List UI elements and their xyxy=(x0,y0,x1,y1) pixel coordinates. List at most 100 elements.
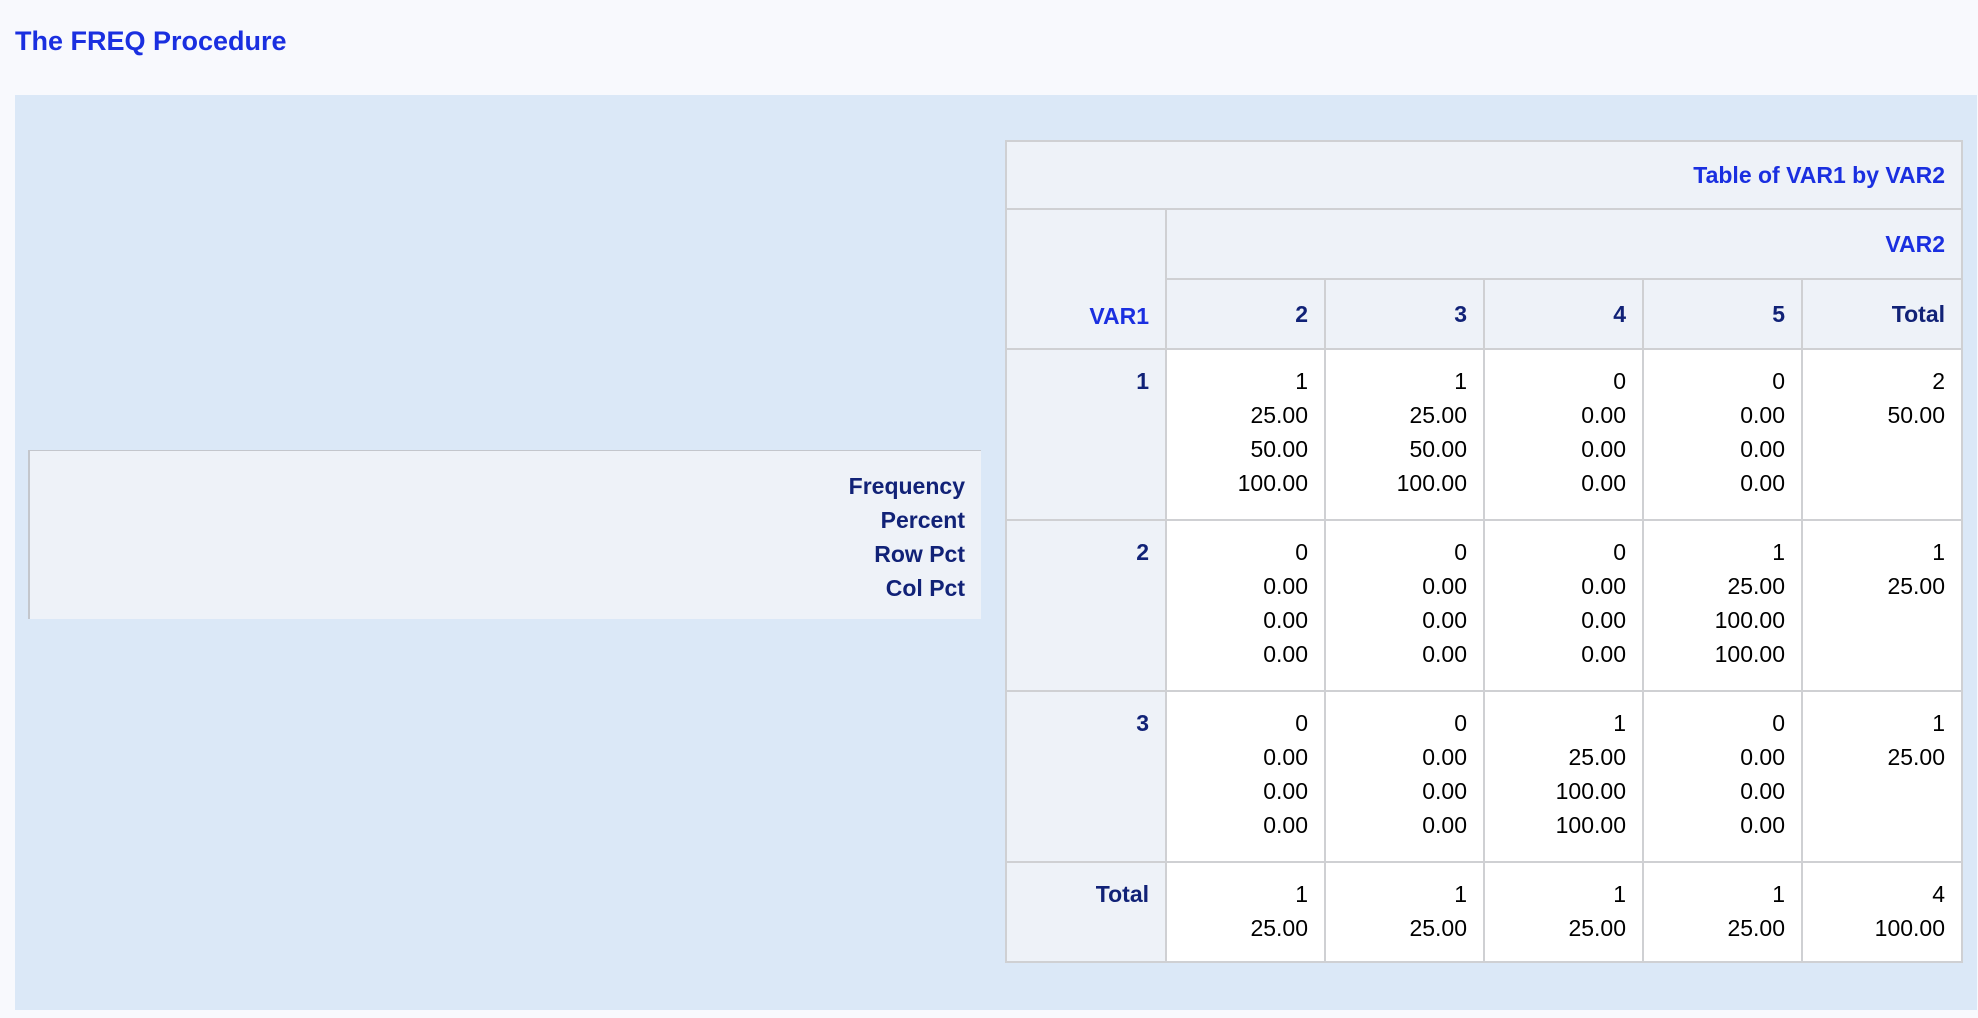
cell-value: 25.00 xyxy=(1887,744,1946,770)
table-cell: 0 0.00 0.00 0.00 xyxy=(1324,690,1485,863)
legend-col-pct: Col Pct xyxy=(885,575,965,601)
cell-contents-legend: Frequency Percent Row Pct Col Pct xyxy=(28,450,981,619)
cell-value: 1 xyxy=(1295,368,1308,394)
cell-value: 0 xyxy=(1772,368,1785,394)
column-header: Total xyxy=(1800,278,1964,350)
cell-value: 25.00 xyxy=(1568,744,1626,770)
cell-value: 0.00 xyxy=(1581,573,1626,599)
cell-value: 50.00 xyxy=(1409,436,1467,462)
cell-value: 25.00 xyxy=(1568,915,1626,941)
table-cell: 4 100.00 xyxy=(1800,861,1964,963)
table-cell: 1 25.00 xyxy=(1642,861,1803,963)
table-cell: 1 25.00 xyxy=(1324,861,1485,963)
cell-value: 0 xyxy=(1613,368,1626,394)
table-cell: 0 0.00 0.00 0.00 xyxy=(1165,519,1326,692)
cell-value: 0.00 xyxy=(1263,744,1308,770)
legend-percent: Percent xyxy=(880,507,965,533)
cell-value: 0.00 xyxy=(1581,470,1626,496)
row-header: 1 xyxy=(1005,348,1167,521)
cell-value: 100.00 xyxy=(1874,915,1946,941)
table-cell: 0 0.00 0.00 0.00 xyxy=(1642,690,1803,863)
cell-value: 0.00 xyxy=(1263,778,1308,804)
cell-value: 100.00 xyxy=(1237,470,1308,496)
cell-value: 100.00 xyxy=(1396,470,1467,496)
legend-frequency: Frequency xyxy=(848,473,965,499)
cell-value: 0 xyxy=(1454,710,1467,736)
cell-value: 25.00 xyxy=(1887,573,1946,599)
cell-value: 0 xyxy=(1295,710,1308,736)
cell-value: 100.00 xyxy=(1714,641,1785,667)
table-cell: 1 25.00 xyxy=(1800,519,1964,692)
cell-value: 1 xyxy=(1772,539,1785,565)
cell-value: 25.00 xyxy=(1727,573,1785,599)
cell-value: 0.00 xyxy=(1263,812,1308,838)
cell-value: 0.00 xyxy=(1422,778,1467,804)
cell-value: 0.00 xyxy=(1422,573,1467,599)
cell-value: 1 xyxy=(1772,881,1785,907)
cell-value: 1 xyxy=(1454,368,1467,394)
cell-value: 4 xyxy=(1932,881,1946,907)
cell-value: 1 xyxy=(1295,881,1308,907)
cell-value: 0.00 xyxy=(1581,607,1626,633)
table-row: 1 1 25.00 50.00 100.00 1 25.00 50.00 100.00 0 0.00… xyxy=(1005,348,1964,521)
cell-value: 1 xyxy=(1613,710,1626,736)
table-cell: 0 0.00 0.00 0.00 xyxy=(1483,519,1644,692)
cell-value: 0.00 xyxy=(1581,641,1626,667)
cell-value: 0.00 xyxy=(1263,641,1308,667)
cell-value: 0 xyxy=(1295,539,1308,565)
table-title: Table of VAR1 by VAR2 xyxy=(1004,140,1964,210)
cell-value: 0.00 xyxy=(1422,641,1467,667)
table-cell: 0 0.00 0.00 0.00 xyxy=(1483,348,1644,521)
cell-value: 0 xyxy=(1772,710,1785,736)
row-header: 2 xyxy=(1005,519,1167,692)
cell-value: 25.00 xyxy=(1409,402,1467,428)
cell-value: 100.00 xyxy=(1555,778,1626,804)
table-cell: 1 25.00 xyxy=(1483,861,1644,963)
cell-value: 0 xyxy=(1613,539,1626,565)
cell-value: 0.00 xyxy=(1422,744,1467,770)
column-header: 2 xyxy=(1165,278,1326,350)
table-cell: 2 50.00 xyxy=(1800,348,1964,521)
page-title: The FREQ Procedure xyxy=(15,26,287,56)
table-row: Total 1 25.00 1 25.00 1 25.00 1 25.00 4 100.00 xyxy=(1005,861,1964,963)
cell-value: 50.00 xyxy=(1887,402,1946,428)
cell-value: 50.00 xyxy=(1250,436,1308,462)
table-row: 2 0 0.00 0.00 0.00 0 0.00 0.00 0.00 0 0.00 0.00 0.00… xyxy=(1005,519,1964,692)
cell-value: 0.00 xyxy=(1263,573,1308,599)
row-header: Total xyxy=(1005,861,1167,963)
table-cell: 1 25.00 50.00 100.00 xyxy=(1165,348,1326,521)
cell-value: 0.00 xyxy=(1740,744,1785,770)
table-cell: 0 0.00 0.00 0.00 xyxy=(1165,690,1326,863)
cell-value: 0.00 xyxy=(1740,778,1785,804)
table-cell: 1 25.00 100.00 100.00 xyxy=(1642,519,1803,692)
cell-value: 0 xyxy=(1454,539,1467,565)
cell-value: 0.00 xyxy=(1422,607,1467,633)
column-header: 3 xyxy=(1324,278,1485,350)
cell-value: 25.00 xyxy=(1409,915,1467,941)
table-cell: 0 0.00 0.00 0.00 xyxy=(1642,348,1803,521)
column-header: 4 xyxy=(1483,278,1644,350)
table-row: 3 0 0.00 0.00 0.00 0 0.00 0.00 0.00 1 25.00 100.00 1… xyxy=(1005,690,1964,863)
cell-value: 25.00 xyxy=(1727,915,1785,941)
cell-value: 25.00 xyxy=(1250,402,1308,428)
cell-value: 1 xyxy=(1932,710,1946,736)
table-cell: 1 25.00 xyxy=(1800,690,1964,863)
cell-value: 0.00 xyxy=(1740,470,1785,496)
cell-value: 0.00 xyxy=(1581,402,1626,428)
column-header: 5 xyxy=(1642,278,1803,350)
cell-value: 0.00 xyxy=(1422,812,1467,838)
cell-value: 100.00 xyxy=(1555,812,1626,838)
cell-value: 0.00 xyxy=(1263,607,1308,633)
table-cell: 1 25.00 50.00 100.00 xyxy=(1324,348,1485,521)
col-var-header: VAR2 xyxy=(1164,208,1964,280)
cell-value: 100.00 xyxy=(1714,607,1785,633)
legend-row-pct: Row Pct xyxy=(874,541,965,567)
cell-value: 2 xyxy=(1932,368,1946,394)
table-cell: 1 25.00 xyxy=(1165,861,1326,963)
cell-value: 25.00 xyxy=(1250,915,1308,941)
cell-value: 1 xyxy=(1613,881,1626,907)
cell-value: 0.00 xyxy=(1740,402,1785,428)
row-header: 3 xyxy=(1005,690,1167,863)
table-cell: 1 25.00 100.00 100.00 xyxy=(1483,690,1644,863)
cell-value: 1 xyxy=(1454,881,1467,907)
